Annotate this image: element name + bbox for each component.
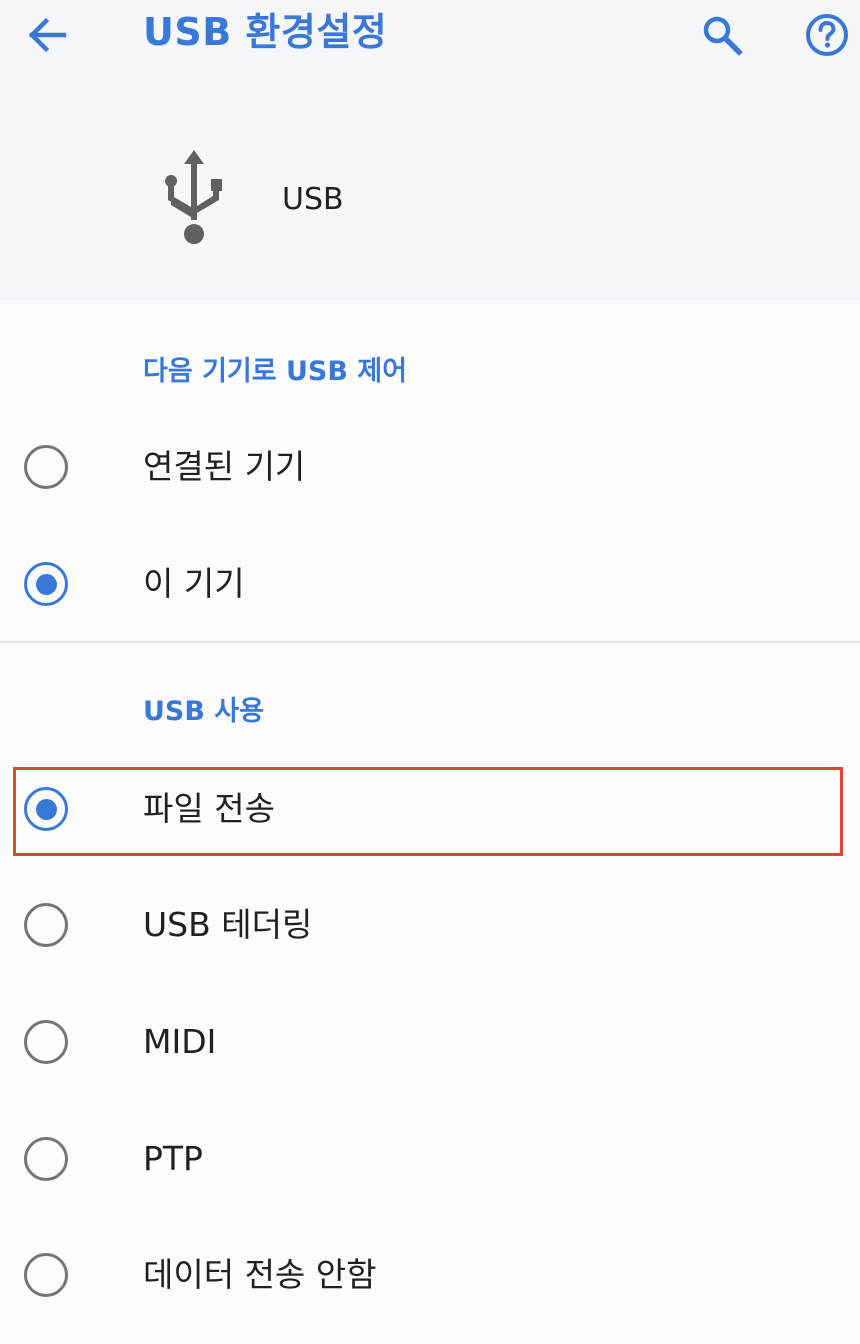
option-label: 이 기기 bbox=[143, 564, 245, 603]
usb-device-label: USB bbox=[282, 182, 344, 217]
radio-option-no-data-transfer[interactable]: 데이터 전송 안함 bbox=[0, 1224, 860, 1324]
section-header-usb-use: USB 사용 bbox=[143, 696, 265, 727]
search-button[interactable] bbox=[697, 10, 747, 60]
top-app-bar: USB 환경설정 USB bbox=[0, 0, 860, 300]
radio-button-unchecked[interactable] bbox=[24, 445, 68, 489]
radio-option-this-device[interactable]: 이 기기 bbox=[0, 533, 860, 633]
option-label: 연결된 기기 bbox=[143, 447, 306, 486]
radio-option-connected-device[interactable]: 연결된 기기 bbox=[0, 416, 860, 516]
search-icon bbox=[703, 16, 743, 56]
option-label: 데이터 전송 안함 bbox=[143, 1255, 377, 1294]
option-label: 파일 전송 bbox=[143, 789, 275, 828]
section-divider bbox=[0, 641, 860, 643]
radio-option-file-transfer[interactable]: 파일 전송 bbox=[0, 758, 860, 858]
page-title: USB 환경설정 bbox=[143, 10, 388, 54]
usb-icon bbox=[165, 150, 222, 244]
radio-button-checked[interactable] bbox=[24, 562, 68, 606]
help-circle-icon bbox=[806, 14, 848, 56]
radio-button-unchecked[interactable] bbox=[24, 1137, 68, 1181]
back-button[interactable] bbox=[22, 10, 72, 60]
radio-button-checked[interactable] bbox=[24, 787, 68, 831]
arrow-back-icon bbox=[28, 17, 67, 53]
option-label: MIDI bbox=[143, 1022, 217, 1061]
radio-button-unchecked[interactable] bbox=[24, 1253, 68, 1297]
section-header-usb-control: 다음 기기로 USB 제어 bbox=[143, 356, 408, 387]
radio-option-ptp[interactable]: PTP bbox=[0, 1108, 860, 1208]
radio-option-usb-tethering[interactable]: USB 테더링 bbox=[0, 874, 860, 974]
help-button[interactable] bbox=[800, 8, 854, 62]
radio-button-unchecked[interactable] bbox=[24, 1020, 68, 1064]
option-label: USB 테더링 bbox=[143, 905, 313, 944]
radio-button-unchecked[interactable] bbox=[24, 903, 68, 947]
radio-option-midi[interactable]: MIDI bbox=[0, 991, 860, 1091]
option-label: PTP bbox=[143, 1139, 203, 1178]
